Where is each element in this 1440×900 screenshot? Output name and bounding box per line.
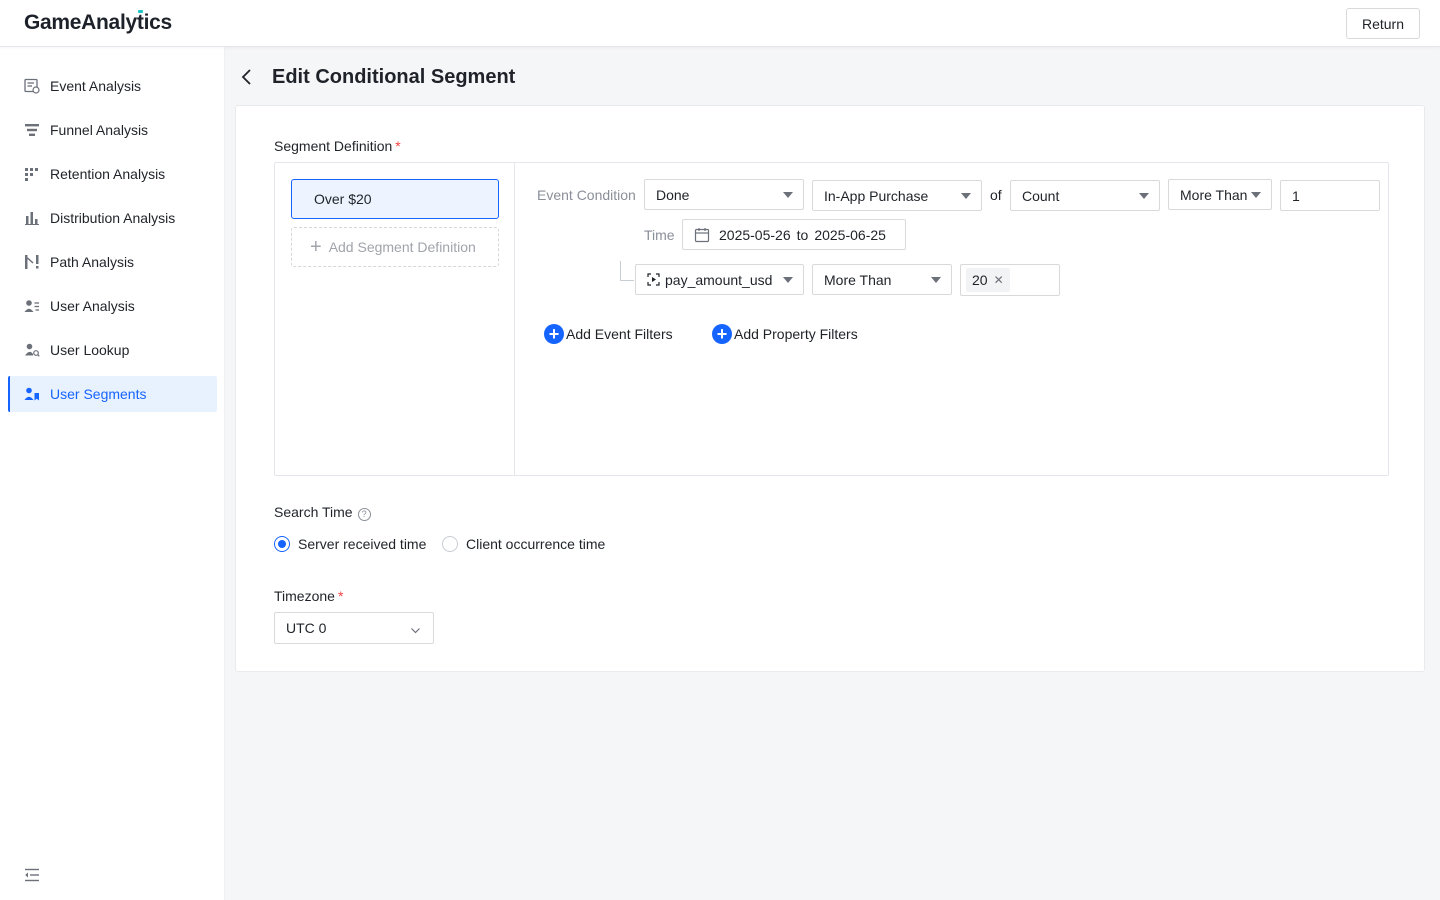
add-segment-definition-button[interactable]: + Add Segment Definition: [291, 227, 499, 267]
segment-list-panel: Over $20 + Add Segment Definition: [275, 163, 515, 475]
event-analysis-icon: [23, 77, 41, 95]
add-property-filters-button[interactable]: + Add Property Filters: [712, 323, 858, 345]
timezone-text: Timezone: [274, 588, 335, 604]
segment-item-over-20[interactable]: Over $20: [291, 179, 499, 219]
radio-label: Server received time: [298, 536, 427, 552]
add-property-filters-label: Add Property Filters: [734, 326, 858, 342]
radio-server-received-time[interactable]: Server received time: [274, 535, 426, 553]
operator-select[interactable]: More Than: [1168, 179, 1272, 210]
caret-down-icon: [1139, 193, 1149, 199]
date-end: 2025-06-25: [814, 226, 886, 243]
radio-button: [442, 536, 458, 552]
event-condition-label: Event Condition: [537, 187, 636, 203]
sidebar-item-funnel-analysis[interactable]: Funnel Analysis: [8, 112, 217, 148]
date-range-picker[interactable]: 2025-05-26 to 2025-06-25: [682, 219, 906, 250]
sidebar-item-event-analysis[interactable]: Event Analysis: [8, 68, 217, 104]
metric-select[interactable]: Count: [1010, 180, 1160, 211]
sidebar-item-user-analysis[interactable]: User Analysis: [8, 288, 217, 324]
caret-down-icon: [931, 277, 941, 283]
required-mark: *: [337, 588, 344, 604]
date-to: to: [796, 226, 809, 243]
filter-operator-value: More Than: [824, 271, 892, 288]
radio-label: Client occurrence time: [466, 536, 606, 552]
sidebar-item-path-analysis[interactable]: Path Analysis: [8, 244, 217, 280]
chevron-down-icon: [410, 623, 421, 639]
caret-down-icon: [1251, 192, 1261, 198]
operator-value: More Than: [1180, 186, 1248, 203]
add-event-filters-label: Add Event Filters: [566, 326, 673, 342]
sidebar-item-distribution-analysis[interactable]: Distribution Analysis: [8, 200, 217, 236]
return-button[interactable]: Return: [1346, 8, 1420, 39]
date-start: 2025-05-26: [719, 226, 791, 243]
radio-button: [274, 536, 290, 552]
sidebar-item-label: Funnel Analysis: [50, 122, 149, 138]
sidebar-item-label: Distribution Analysis: [50, 210, 176, 226]
segment-definition-label: Segment Definition *: [274, 138, 401, 154]
retention-grid-icon: [23, 165, 41, 183]
filter-value-tag-text: 20: [972, 272, 988, 288]
sidebar-item-label: User Analysis: [50, 298, 135, 314]
condition-status-value: Done: [656, 186, 690, 203]
event-value: In-App Purchase: [824, 187, 929, 204]
calendar-icon: [694, 227, 710, 243]
user-segments-icon: [23, 385, 41, 403]
sidebar-item-label: User Segments: [50, 386, 147, 402]
caret-down-icon: [961, 193, 971, 199]
timezone-label: Timezone *: [274, 588, 343, 604]
user-list-icon: [23, 297, 41, 315]
of-label: of: [990, 187, 1002, 203]
time-label: Time: [644, 227, 675, 243]
filter-property-select[interactable]: pay_amount_usd: [635, 264, 804, 295]
sidebar-item-user-segments[interactable]: User Segments: [8, 376, 217, 412]
caret-down-icon: [783, 277, 793, 283]
logo-text-a: GameAnaly: [24, 11, 137, 34]
add-segment-definition-label: Add Segment Definition: [328, 239, 476, 255]
top-bar: GameAnalytics Return: [0, 0, 1440, 47]
user-search-icon: [23, 341, 41, 359]
count-value-input[interactable]: 1: [1280, 180, 1380, 211]
help-icon[interactable]: ?: [357, 508, 371, 521]
funnel-icon: [23, 121, 41, 139]
filter-connector-line: [620, 261, 634, 281]
back-arrow-icon[interactable]: [238, 67, 256, 87]
sidebar-item-label: Retention Analysis: [50, 166, 166, 182]
segment-definition-text: Segment Definition: [274, 138, 393, 154]
timezone-value: UTC 0: [286, 620, 327, 636]
filter-value-tag: 20 ✕: [966, 268, 1010, 292]
filter-property-value: pay_amount_usd: [665, 271, 773, 288]
bar-chart-icon: [23, 209, 41, 227]
sidebar: Event Analysis Funnel Analysis Retention…: [0, 47, 225, 900]
remove-tag-icon[interactable]: ✕: [994, 273, 1004, 287]
timezone-select[interactable]: UTC 0: [274, 612, 434, 644]
plus-circle-icon: +: [544, 324, 564, 344]
page-title: Edit Conditional Segment: [272, 66, 516, 88]
sidebar-item-label: Path Analysis: [50, 254, 135, 270]
radio-client-occurrence-time[interactable]: Client occurrence time: [442, 535, 605, 553]
event-select[interactable]: In-App Purchase: [812, 180, 982, 211]
logo-accent: t: [136, 11, 144, 34]
logo: GameAnalytics: [24, 11, 172, 35]
count-value: 1: [1292, 187, 1300, 204]
plus-circle-icon: +: [712, 324, 732, 344]
sidebar-item-retention-analysis[interactable]: Retention Analysis: [8, 156, 217, 192]
required-mark: *: [395, 138, 401, 154]
search-time-text: Search Time: [274, 504, 353, 520]
logo-text-b: ics: [143, 11, 173, 34]
plus-icon: +: [310, 236, 322, 258]
property-icon: [647, 273, 660, 286]
path-icon: [23, 253, 41, 271]
caret-down-icon: [783, 192, 793, 198]
sidebar-item-label: Event Analysis: [50, 78, 142, 94]
sidebar-item-user-lookup[interactable]: User Lookup: [8, 332, 217, 368]
add-event-filters-button[interactable]: + Add Event Filters: [544, 323, 673, 345]
filter-operator-select[interactable]: More Than: [812, 264, 952, 295]
sidebar-item-label: User Lookup: [50, 342, 130, 358]
collapse-menu-icon[interactable]: [24, 867, 40, 883]
metric-value: Count: [1022, 187, 1060, 204]
condition-status-select[interactable]: Done: [644, 179, 804, 210]
search-time-label: Search Time?: [274, 504, 371, 521]
